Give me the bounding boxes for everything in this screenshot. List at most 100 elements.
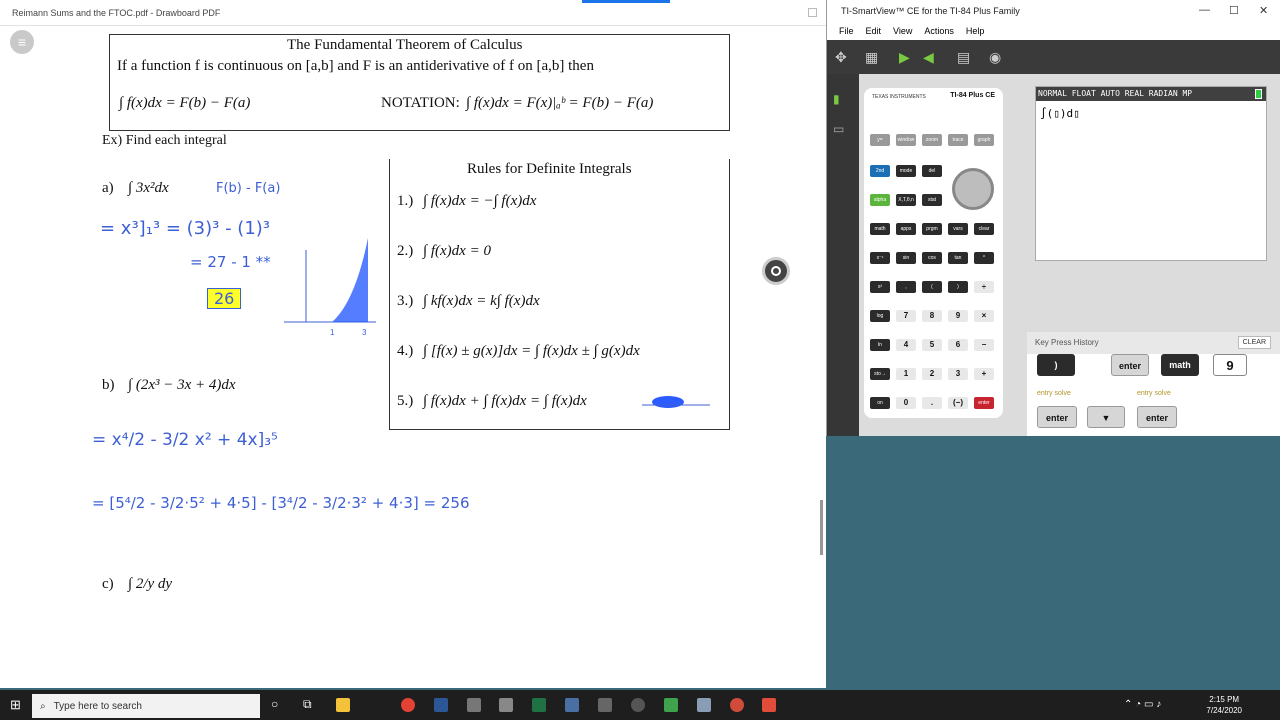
calculator-key[interactable]: stat: [922, 194, 942, 206]
menu-edit[interactable]: Edit: [866, 26, 882, 36]
maximize-icon[interactable]: ☐: [1229, 4, 1239, 17]
calculator-key[interactable]: mode: [896, 165, 916, 177]
calculator-key[interactable]: ): [948, 281, 968, 293]
status-bar: NORMAL FLOAT AUTO REAL RADIAN MP: [1036, 87, 1266, 101]
calculator-key[interactable]: del: [922, 165, 942, 177]
cortana-icon[interactable]: ○: [271, 697, 278, 711]
rule-number: 3.): [397, 293, 414, 309]
history-key[interactable]: 9: [1213, 354, 1247, 376]
app-icon[interactable]: [565, 698, 579, 712]
history-key[interactable]: math: [1161, 354, 1199, 376]
menu-help[interactable]: Help: [966, 26, 985, 36]
history-key[interactable]: enter: [1137, 406, 1177, 428]
restore-icon[interactable]: [808, 8, 817, 17]
calculator-key[interactable]: .: [922, 397, 942, 409]
calculator-key[interactable]: cos: [922, 252, 942, 264]
camera-icon[interactable]: ◉: [989, 49, 1001, 66]
history-key[interactable]: enter: [1037, 406, 1077, 428]
calculator-key[interactable]: prgm: [922, 223, 942, 235]
menu-actions[interactable]: Actions: [924, 26, 954, 36]
close-icon[interactable]: ✕: [1259, 4, 1268, 17]
theorem-statement: If a function f is continuous on [a,b] a…: [117, 58, 594, 74]
calculator-key[interactable]: on: [870, 397, 890, 409]
app-icon[interactable]: [467, 698, 481, 712]
dpad[interactable]: [952, 168, 994, 210]
calculator-key[interactable]: (: [922, 281, 942, 293]
chrome-icon[interactable]: [401, 698, 415, 712]
windows-start-icon[interactable]: ⊞: [10, 697, 21, 713]
calculator-key[interactable]: x⁻¹: [870, 252, 890, 264]
pen-cursor-icon[interactable]: [762, 257, 790, 285]
calculator-key[interactable]: 2: [922, 368, 942, 380]
calculator-key[interactable]: sin: [896, 252, 916, 264]
calculator-key[interactable]: math: [870, 223, 890, 235]
calculator-key[interactable]: trace: [948, 134, 968, 146]
calculator-key[interactable]: X,T,θ,n: [896, 194, 916, 206]
receive-icon[interactable]: ◀: [923, 49, 934, 66]
hamburger-menu-icon[interactable]: ≡: [10, 30, 34, 54]
screen-entry: ∫(▯)d▯: [1040, 107, 1080, 120]
taskbar-search[interactable]: ⌕ Type here to search: [32, 694, 260, 718]
calculator-key[interactable]: 0: [896, 397, 916, 409]
calculator-key[interactable]: window: [896, 134, 916, 146]
problem-label: a): [102, 180, 114, 196]
calculator-key[interactable]: ×: [974, 310, 994, 322]
minimize-icon[interactable]: —: [1199, 4, 1210, 16]
calculator-key[interactable]: ,: [896, 281, 916, 293]
calculator-key[interactable]: 7: [896, 310, 916, 322]
calculator-key[interactable]: 8: [922, 310, 942, 322]
clear-button[interactable]: CLEAR: [1237, 336, 1271, 349]
menu-file[interactable]: File: [839, 26, 854, 36]
app-icon[interactable]: [499, 698, 513, 712]
history-key[interactable]: enter: [1111, 354, 1149, 376]
calculator-key[interactable]: −: [974, 339, 994, 351]
calculator-key[interactable]: ^: [974, 252, 994, 264]
drawboard-taskbar-icon[interactable]: [697, 698, 711, 712]
calculator-key[interactable]: y=: [870, 134, 890, 146]
calculator-key[interactable]: 6: [948, 339, 968, 351]
send-icon[interactable]: ▶: [899, 49, 910, 66]
calculator-key[interactable]: 3: [948, 368, 968, 380]
calculator-icon[interactable]: ▦: [865, 49, 878, 66]
history-key[interactable]: ): [1037, 354, 1075, 376]
app-icon[interactable]: [762, 698, 776, 712]
calculator-key[interactable]: ln: [870, 339, 890, 351]
clock[interactable]: 2:15 PM 7/24/2020: [1206, 694, 1242, 716]
file-explorer-icon[interactable]: [336, 698, 350, 712]
calculator-key[interactable]: x²: [870, 281, 890, 293]
app-icon[interactable]: [664, 698, 678, 712]
calculator-key[interactable]: +: [974, 368, 994, 380]
task-view-icon[interactable]: ⧉: [303, 697, 312, 712]
calculator-key[interactable]: 5: [922, 339, 942, 351]
calculator-key[interactable]: log: [870, 310, 890, 322]
calculator-key[interactable]: graph: [974, 134, 994, 146]
table-icon[interactable]: ▤: [957, 49, 970, 66]
document-icon[interactable]: ▭: [833, 122, 844, 136]
app-icon[interactable]: [598, 698, 612, 712]
calculator-key[interactable]: zoom: [922, 134, 942, 146]
calculator-key[interactable]: apps: [896, 223, 916, 235]
calculator-key[interactable]: vars: [948, 223, 968, 235]
calculator-key[interactable]: clear: [974, 223, 994, 235]
calculator-key[interactable]: alpha: [870, 194, 890, 206]
app-icon[interactable]: [730, 698, 744, 712]
calculator-key[interactable]: enter: [974, 397, 994, 409]
word-icon[interactable]: [434, 698, 448, 712]
app-icon[interactable]: [631, 698, 645, 712]
battery-panel-icon[interactable]: ▮: [833, 92, 840, 106]
scrollbar[interactable]: [820, 500, 823, 555]
rule-number: 4.): [397, 343, 414, 359]
system-tray[interactable]: ⌃ ◔ ▭ ♪: [1124, 699, 1161, 710]
calculator-key[interactable]: 9: [948, 310, 968, 322]
calculator-key[interactable]: sto→: [870, 368, 890, 380]
calculator-key[interactable]: 4: [896, 339, 916, 351]
pin-icon[interactable]: ✥: [835, 49, 847, 66]
menu-view[interactable]: View: [893, 26, 912, 36]
calculator-key[interactable]: tan: [948, 252, 968, 264]
calculator-key[interactable]: (−): [948, 397, 968, 409]
excel-icon[interactable]: [532, 698, 546, 712]
calculator-key[interactable]: 1: [896, 368, 916, 380]
calculator-key[interactable]: 2nd: [870, 165, 890, 177]
history-key[interactable]: ▼: [1087, 406, 1125, 428]
calculator-key[interactable]: ÷: [974, 281, 994, 293]
